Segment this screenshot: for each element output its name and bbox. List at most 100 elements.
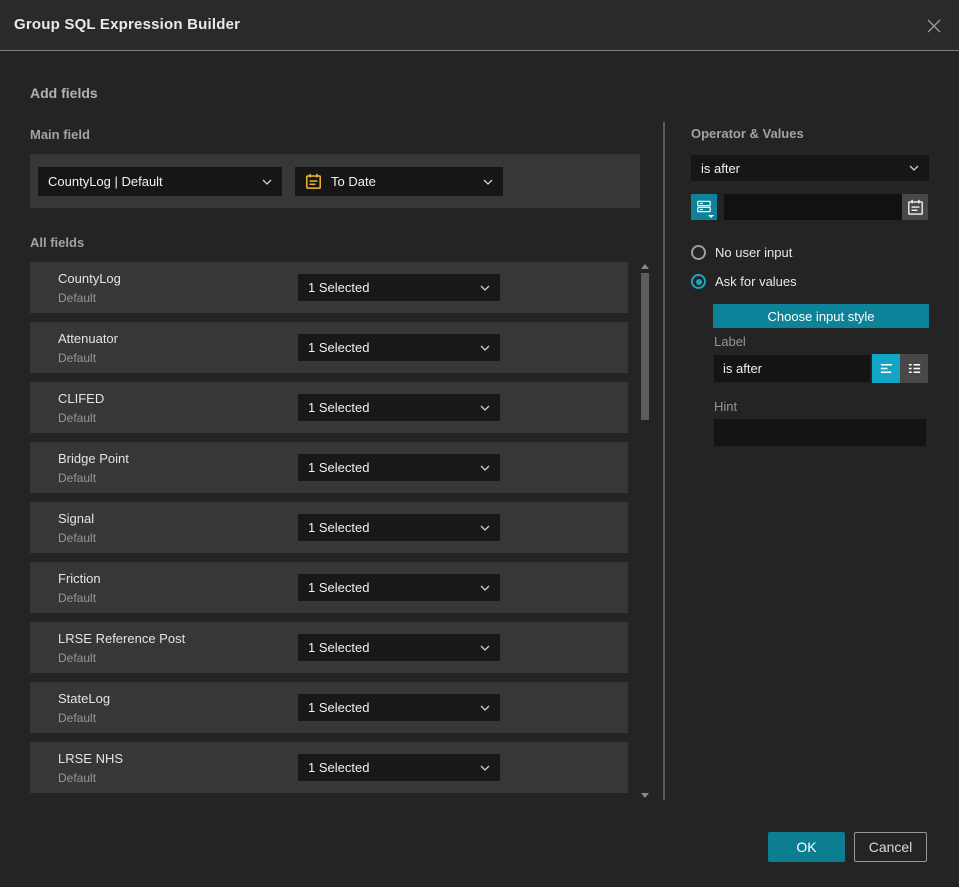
chevron-down-icon xyxy=(480,765,490,771)
operator-values-heading: Operator & Values xyxy=(691,126,804,141)
radio-no-user-input[interactable]: No user input xyxy=(691,245,792,260)
field-values-select[interactable]: 1 Selected xyxy=(298,454,500,481)
field-name: Bridge Point xyxy=(58,451,129,466)
selected-count: 1 Selected xyxy=(308,460,370,475)
field-row: LRSE Reference Post Default 1 Selected xyxy=(30,622,628,673)
all-fields-list: CountyLog Default 1 Selected Attenuator Defa… xyxy=(30,262,628,802)
selected-count: 1 Selected xyxy=(308,280,370,295)
ok-button[interactable]: OK xyxy=(768,832,845,862)
field-source: Default xyxy=(58,351,97,365)
chevron-down-icon xyxy=(480,705,490,711)
date-field-select-value: To Date xyxy=(331,174,376,189)
calendar-icon xyxy=(907,199,923,215)
operator-select-value: is after xyxy=(701,160,741,176)
chevron-down-icon xyxy=(480,405,490,411)
cancel-button[interactable]: Cancel xyxy=(854,832,927,862)
value-type-button[interactable] xyxy=(691,194,717,220)
selected-count: 1 Selected xyxy=(308,520,370,535)
selected-count: 1 Selected xyxy=(308,400,370,415)
stacked-values-icon xyxy=(697,200,711,213)
chevron-down-icon xyxy=(480,345,490,351)
field-name: Attenuator xyxy=(58,331,118,346)
panel-divider xyxy=(663,122,665,800)
field-source: Default xyxy=(58,651,97,665)
field-source: Default xyxy=(58,291,97,305)
value-input[interactable] xyxy=(724,194,902,220)
field-values-select[interactable]: 1 Selected xyxy=(298,334,500,361)
field-source: Default xyxy=(58,531,97,545)
radio-button-icon[interactable] xyxy=(691,245,706,260)
field-source: Default xyxy=(58,711,97,725)
list-scrollbar[interactable] xyxy=(640,260,650,800)
main-field-box: CountyLog | Default To Date xyxy=(30,154,640,208)
selected-count: 1 Selected xyxy=(308,340,370,355)
label-field-label: Label xyxy=(714,334,746,349)
all-fields-label: All fields xyxy=(30,235,85,250)
single-line-style-button[interactable] xyxy=(872,354,900,383)
field-row: Signal Default 1 Selected xyxy=(30,502,628,553)
field-row: Bridge Point Default 1 Selected xyxy=(30,442,628,493)
hint-field-label: Hint xyxy=(714,399,738,414)
field-name: Friction xyxy=(58,571,101,586)
list-icon xyxy=(908,364,920,373)
scroll-down-arrow[interactable] xyxy=(641,793,649,798)
field-row: Friction Default 1 Selected xyxy=(30,562,628,613)
date-field-select[interactable]: To Date xyxy=(295,167,503,196)
field-values-select[interactable]: 1 Selected xyxy=(298,514,500,541)
radio-button-icon[interactable] xyxy=(691,274,706,289)
field-values-select[interactable]: 1 Selected xyxy=(298,274,500,301)
field-values-select[interactable]: 1 Selected xyxy=(298,754,500,781)
scroll-up-arrow[interactable] xyxy=(641,264,649,269)
field-row: Attenuator Default 1 Selected xyxy=(30,322,628,373)
chevron-down-icon xyxy=(480,285,490,291)
field-values-select[interactable]: 1 Selected xyxy=(298,394,500,421)
radio-label: No user input xyxy=(715,245,793,260)
calendar-icon xyxy=(305,173,322,190)
close-icon xyxy=(927,19,941,33)
chevron-down-icon xyxy=(708,215,714,218)
close-button[interactable] xyxy=(923,15,945,37)
chevron-down-icon xyxy=(480,525,490,531)
field-row: CountyLog Default 1 Selected xyxy=(30,262,628,313)
operator-select[interactable]: is after xyxy=(691,155,929,181)
hint-input[interactable] xyxy=(714,419,926,446)
field-source: Default xyxy=(58,591,97,605)
field-source: Default xyxy=(58,771,97,785)
field-name: CLIFED xyxy=(58,391,105,406)
chevron-down-icon xyxy=(483,179,493,185)
field-values-select[interactable]: 1 Selected xyxy=(298,634,500,661)
selected-count: 1 Selected xyxy=(308,700,370,715)
dialog-title: Group SQL Expression Builder xyxy=(14,16,241,33)
scrollbar-thumb[interactable] xyxy=(641,273,649,420)
field-row: LRSE NHS Default 1 Selected xyxy=(30,742,628,793)
choose-input-style-button[interactable]: Choose input style xyxy=(713,304,929,328)
radio-ask-for-values[interactable]: Ask for values xyxy=(691,274,797,289)
add-fields-heading: Add fields xyxy=(30,85,98,101)
field-name: CountyLog xyxy=(58,271,121,286)
chevron-down-icon xyxy=(480,585,490,591)
selected-count: 1 Selected xyxy=(308,580,370,595)
dialog-header: Group SQL Expression Builder xyxy=(0,0,959,51)
field-source: Default xyxy=(58,411,97,425)
field-name: LRSE NHS xyxy=(58,751,124,766)
chevron-down-icon xyxy=(480,465,490,471)
chevron-down-icon xyxy=(262,179,272,185)
field-source: Default xyxy=(58,471,97,485)
main-field-select[interactable]: CountyLog | Default xyxy=(38,167,282,196)
radio-label: Ask for values xyxy=(715,274,797,289)
field-values-select[interactable]: 1 Selected xyxy=(298,694,500,721)
field-row: CLIFED Default 1 Selected xyxy=(30,382,628,433)
field-values-select[interactable]: 1 Selected xyxy=(298,574,500,601)
selected-count: 1 Selected xyxy=(308,640,370,655)
field-name: Signal xyxy=(58,511,95,526)
date-picker-button[interactable] xyxy=(902,194,928,220)
main-field-label: Main field xyxy=(30,127,90,142)
list-style-button[interactable] xyxy=(900,354,928,383)
main-field-select-value: CountyLog | Default xyxy=(48,174,163,189)
field-name: LRSE Reference Post xyxy=(58,631,186,646)
label-input[interactable] xyxy=(714,355,870,382)
align-text-icon xyxy=(880,364,892,373)
field-name: StateLog xyxy=(58,691,111,706)
label-style-segmented-control xyxy=(872,354,928,383)
selected-count: 1 Selected xyxy=(308,760,370,775)
